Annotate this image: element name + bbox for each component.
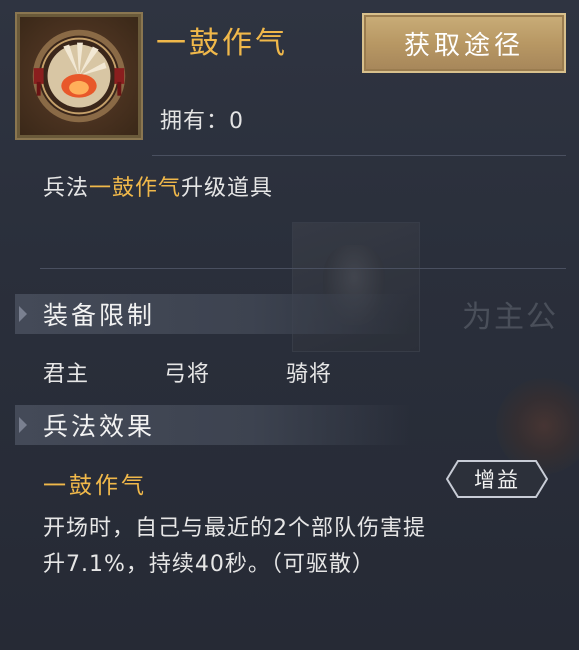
restriction-item: 君主 (43, 362, 90, 387)
tactic-effect-title: 兵法效果 (43, 412, 156, 441)
section-arrow-icon (19, 306, 27, 322)
restriction-item: 弓将 (164, 362, 211, 387)
acquire-route-button[interactable]: 获取途径 (362, 13, 566, 73)
item-description-highlight: 一鼓作气 (89, 176, 182, 201)
buff-badge-label: 增益 (474, 468, 520, 492)
tactic-effect-header: 兵法效果 (15, 405, 410, 445)
owned-label: 拥有： (160, 109, 230, 134)
effect-name: 一鼓作气 (43, 473, 147, 499)
equip-restriction-title: 装备限制 (43, 301, 156, 330)
drum-spirit-icon (20, 17, 138, 135)
item-description: 兵法一鼓作气升级道具 (43, 170, 273, 202)
item-detail-panel: 为主公 一鼓作气 拥有：0 获取途径 兵法一鼓作气升级道具 装备限制 君主 弓将… (0, 0, 579, 650)
background-ghost-text: 为主公 (462, 300, 558, 335)
section-arrow-icon (19, 417, 27, 433)
item-description-prefix: 兵法 (43, 176, 90, 201)
item-description-suffix: 升级道具 (181, 176, 274, 201)
effect-description-line: 开场时，自己与最近的2个部队伤害提 (43, 516, 426, 541)
description-divider (40, 268, 566, 269)
effect-description-line: 升7.1%，持续40秒。（可驱散） (43, 552, 375, 577)
item-name: 一鼓作气 (156, 26, 288, 61)
item-icon-frame (15, 12, 143, 140)
header-divider (152, 155, 566, 156)
restriction-item: 骑将 (286, 362, 333, 387)
effect-description: 开场时，自己与最近的2个部队伤害提 升7.1%，持续40秒。（可驱散） (43, 511, 543, 583)
owned-count: 拥有：0 (160, 103, 244, 135)
drum-spirit-icon-graphic (32, 29, 126, 123)
owned-value: 0 (229, 109, 245, 134)
buff-badge: 增益 (446, 460, 548, 498)
equip-restriction-header: 装备限制 (15, 294, 410, 334)
